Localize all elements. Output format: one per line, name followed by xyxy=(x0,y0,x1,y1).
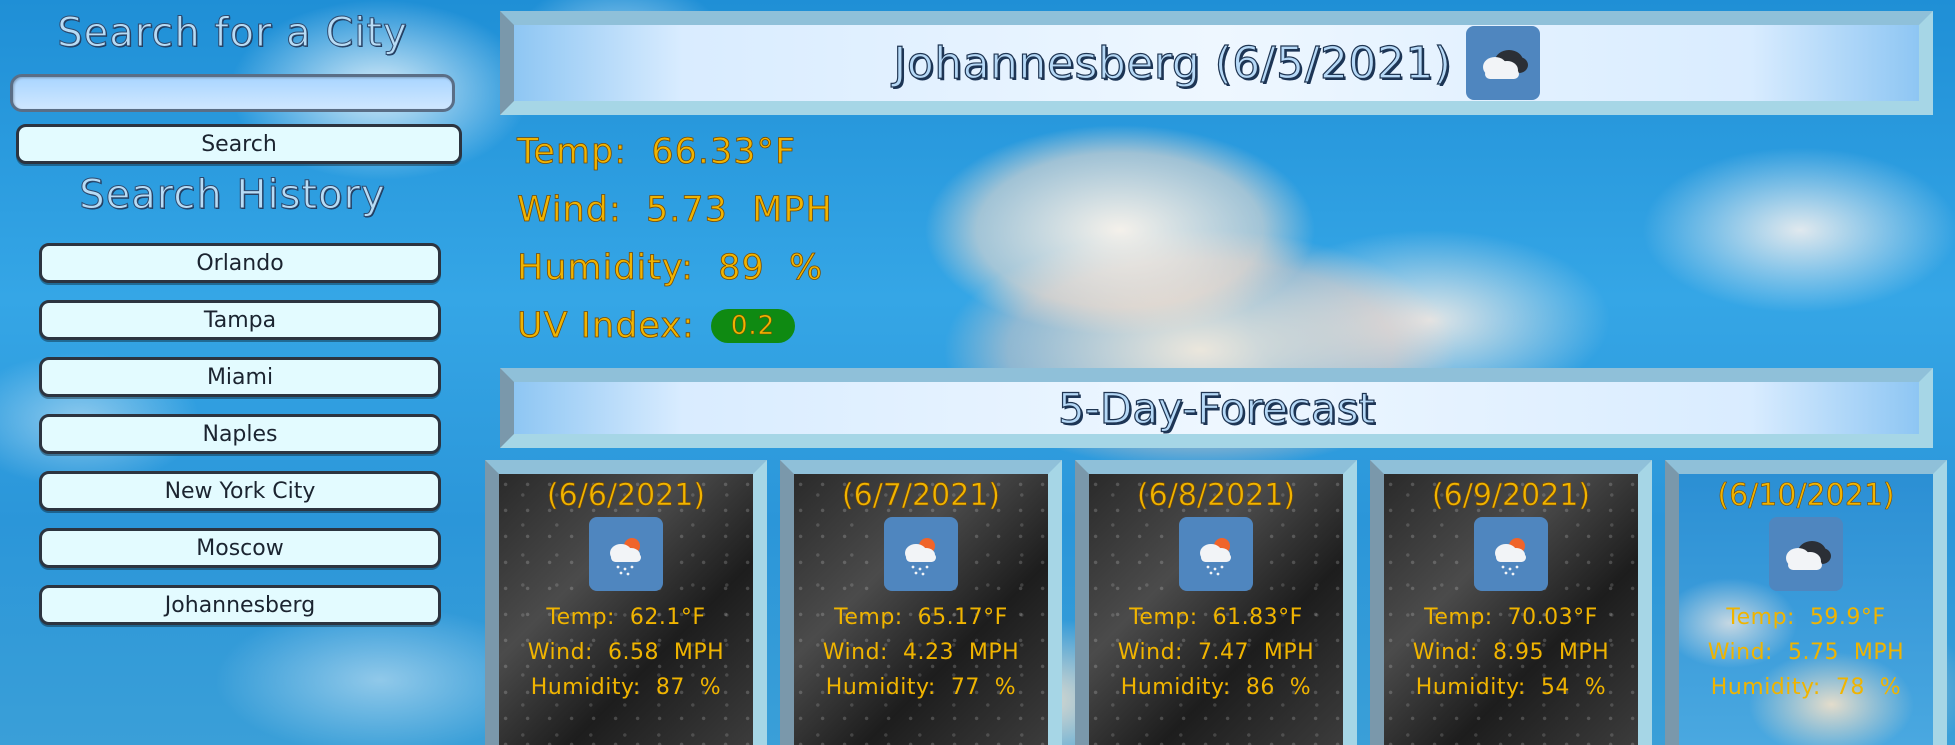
uv-index-label: UV Index: xyxy=(517,306,695,347)
search-title: Search for a City xyxy=(57,10,408,57)
forecast-date: (6/9/2021) xyxy=(1431,478,1591,514)
forecast-title: 5-Day-Forecast xyxy=(1057,383,1375,433)
forecast-date: (6/7/2021) xyxy=(841,478,1001,514)
rain-sun-icon xyxy=(1179,517,1253,591)
history-item-new-york-city[interactable]: New York City xyxy=(39,471,441,511)
forecast-wind: Wind: 8.95 MPH xyxy=(1412,640,1610,665)
current-wind: Wind: 5.73 MPH xyxy=(517,190,833,231)
forecast-humidity: Humidity: 77 % xyxy=(825,675,1017,700)
cloudy-icon xyxy=(1465,26,1540,100)
forecast-humidity: Humidity: 86 % xyxy=(1120,675,1312,700)
rain-sun-icon xyxy=(589,517,663,591)
forecast-card: (6/7/2021) Temp: 65.17°F Wind: 4.23 MPH … xyxy=(780,460,1062,745)
cloudy-icon xyxy=(1769,517,1843,591)
history-item-naples[interactable]: Naples xyxy=(39,414,441,454)
forecast-temp: Temp: 62.1°F xyxy=(546,605,706,630)
search-history-list: Orlando Tampa Miami Naples New York City… xyxy=(39,243,441,642)
forecast-card: (6/10/2021) Temp: 59.9°F Wind: 5.75 MPH … xyxy=(1665,460,1947,745)
forecast-wind: Wind: 7.47 MPH xyxy=(1117,640,1315,665)
forecast-temp: Temp: 59.9°F xyxy=(1726,605,1886,630)
current-city-title: Johannesberg (6/5/2021) xyxy=(893,37,1452,89)
current-humidity: Humidity: 89 % xyxy=(517,248,824,289)
uv-index-badge: 0.2 xyxy=(710,309,796,343)
sidebar: Search for a City Search Search History … xyxy=(0,0,470,745)
forecast-temp: Temp: 70.03°F xyxy=(1424,605,1598,630)
forecast-temp: Temp: 61.83°F xyxy=(1129,605,1303,630)
current-weather-header: Johannesberg (6/5/2021) xyxy=(500,11,1933,115)
current-weather-stats: Temp: 66.33°F Wind: 5.73 MPH Humidity: 8… xyxy=(517,123,833,355)
forecast-card: (6/8/2021) Temp: 61.83°F Wind: 7.47 MPH … xyxy=(1075,460,1357,745)
forecast-date: (6/8/2021) xyxy=(1136,478,1296,514)
current-uv-row: UV Index: 0.2 xyxy=(517,297,833,355)
forecast-wind: Wind: 5.75 MPH xyxy=(1707,640,1905,665)
forecast-card: (6/6/2021) Temp: 62.1°F Wind: 6.58 MPH H… xyxy=(485,460,767,745)
forecast-temp: Temp: 65.17°F xyxy=(834,605,1008,630)
forecast-humidity: Humidity: 78 % xyxy=(1710,675,1902,700)
history-item-orlando[interactable]: Orlando xyxy=(39,243,441,283)
forecast-card: (6/9/2021) Temp: 70.03°F Wind: 8.95 MPH … xyxy=(1370,460,1652,745)
rain-sun-icon xyxy=(884,517,958,591)
rain-sun-icon xyxy=(1474,517,1548,591)
history-item-moscow[interactable]: Moscow xyxy=(39,528,441,568)
city-search-input[interactable] xyxy=(10,74,455,112)
forecast-header: 5-Day-Forecast xyxy=(500,368,1933,448)
forecast-wind: Wind: 6.58 MPH xyxy=(527,640,725,665)
forecast-date: (6/10/2021) xyxy=(1717,478,1895,514)
history-item-miami[interactable]: Miami xyxy=(39,357,441,397)
search-history-title: Search History xyxy=(79,172,386,219)
forecast-humidity: Humidity: 87 % xyxy=(530,675,722,700)
current-temp: Temp: 66.33°F xyxy=(517,132,797,173)
history-item-tampa[interactable]: Tampa xyxy=(39,300,441,340)
forecast-wind: Wind: 4.23 MPH xyxy=(822,640,1020,665)
forecast-date: (6/6/2021) xyxy=(546,478,706,514)
forecast-humidity: Humidity: 54 % xyxy=(1415,675,1607,700)
forecast-cards: (6/6/2021) Temp: 62.1°F Wind: 6.58 MPH H… xyxy=(485,460,1947,745)
history-item-johannesberg[interactable]: Johannesberg xyxy=(39,585,441,625)
search-button[interactable]: Search xyxy=(16,124,462,164)
